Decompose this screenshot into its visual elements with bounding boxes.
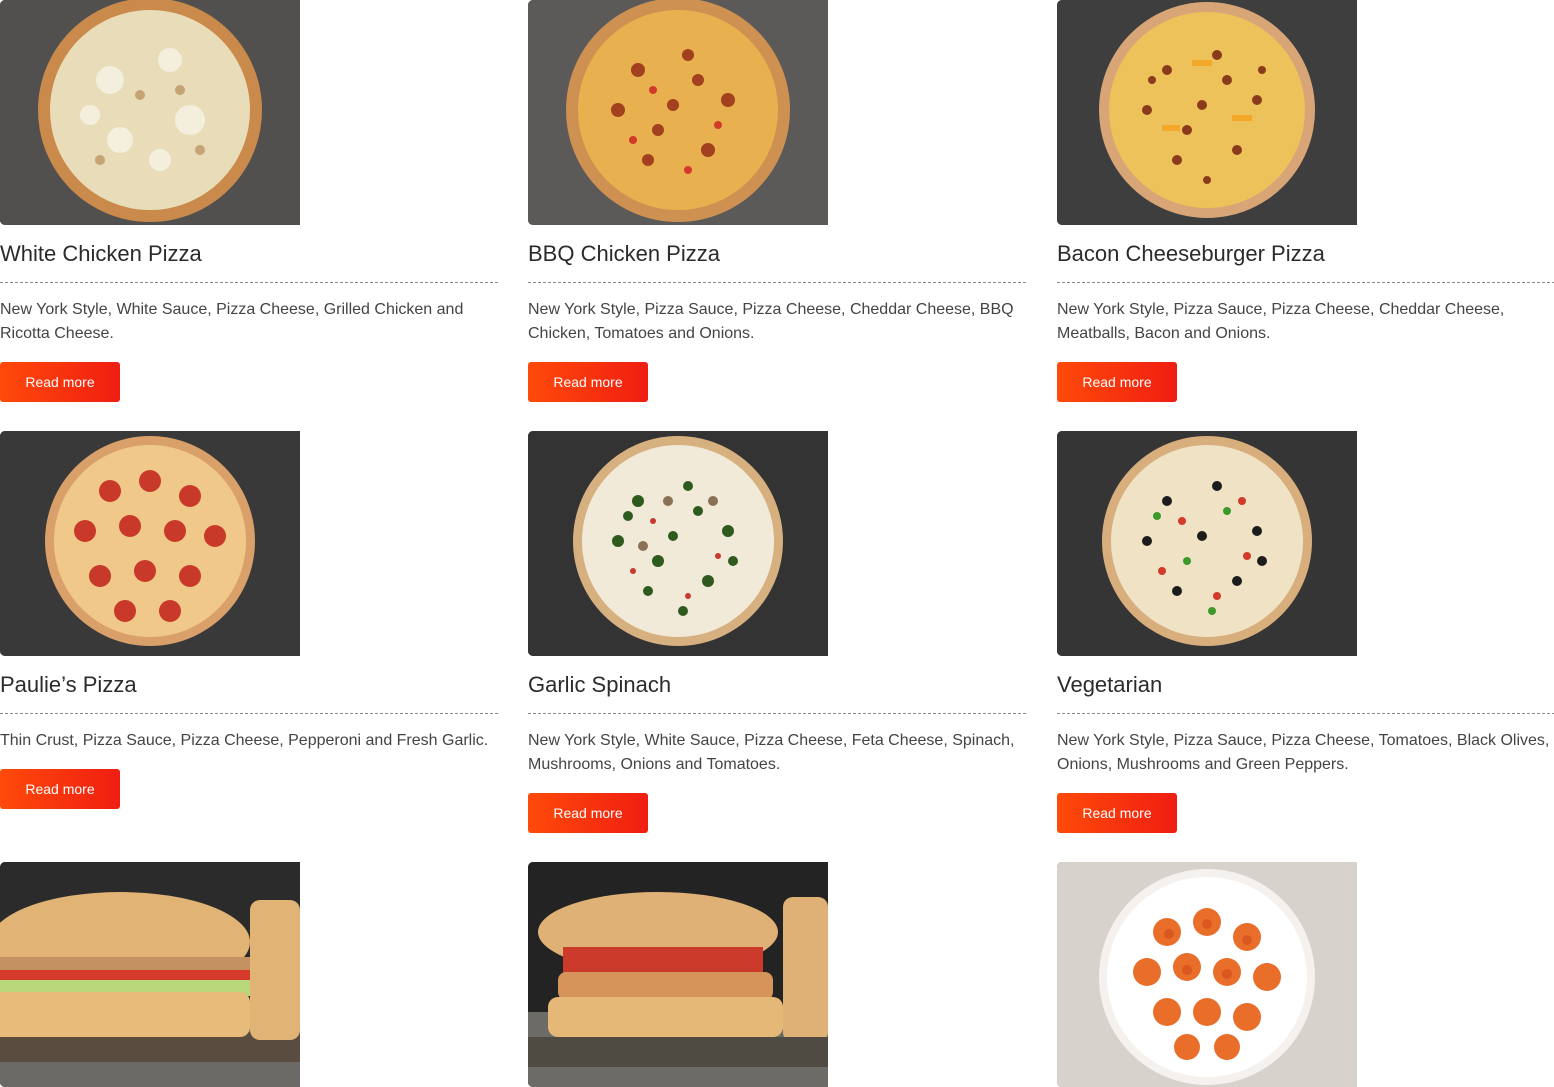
menu-card: Garlic Spinach New York Style, White Sau… (528, 431, 1026, 833)
menu-item-title[interactable]: BBQ Chicken Pizza (528, 225, 1026, 283)
bbq-chicken-pizza-image[interactable] (528, 0, 828, 225)
menu-item-title[interactable]: White Chicken Pizza (0, 225, 498, 283)
menu-item-description: New York Style, White Sauce, Pizza Chees… (0, 301, 464, 342)
menu-item-title[interactable]: Vegetarian (1057, 656, 1554, 714)
menu-card: Vegetarian New York Style, Pizza Sauce, … (1057, 431, 1554, 833)
read-more-button[interactable]: Read more (528, 793, 648, 833)
menu-card (0, 862, 498, 1087)
chicken-parm-sub-image[interactable] (528, 862, 828, 1087)
read-more-button[interactable]: Read more (528, 362, 648, 402)
read-more-button[interactable]: Read more (0, 769, 120, 809)
read-more-button[interactable]: Read more (1057, 793, 1177, 833)
menu-item-title[interactable]: Garlic Spinach (528, 656, 1026, 714)
menu-grid: White Chicken Pizza New York Style, Whit… (0, 0, 1554, 1087)
menu-card (1057, 862, 1554, 1087)
bacon-cheeseburger-pizza-image[interactable] (1057, 0, 1357, 225)
paulies-pizza-image[interactable] (0, 431, 300, 656)
menu-item-title[interactable]: Bacon Cheeseburger Pizza (1057, 225, 1554, 283)
white-chicken-pizza-image[interactable] (0, 0, 300, 225)
vegetarian-pizza-image[interactable] (1057, 431, 1357, 656)
menu-card: White Chicken Pizza New York Style, Whit… (0, 0, 498, 402)
wings-plate-image[interactable] (1057, 862, 1357, 1087)
menu-card: Bacon Cheeseburger Pizza New York Style,… (1057, 0, 1554, 402)
menu-item-description: New York Style, Pizza Sauce, Pizza Chees… (528, 301, 1014, 342)
menu-card: BBQ Chicken Pizza New York Style, Pizza … (528, 0, 1026, 402)
menu-item-description: New York Style, Pizza Sauce, Pizza Chees… (1057, 732, 1550, 773)
menu-item-description: New York Style, Pizza Sauce, Pizza Chees… (1057, 301, 1505, 342)
menu-card (528, 862, 1026, 1087)
garlic-spinach-pizza-image[interactable] (528, 431, 828, 656)
menu-item-description: Thin Crust, Pizza Sauce, Pizza Cheese, P… (0, 732, 489, 749)
read-more-button[interactable]: Read more (1057, 362, 1177, 402)
menu-item-title[interactable]: Paulie’s Pizza (0, 656, 498, 714)
menu-item-description: New York Style, White Sauce, Pizza Chees… (528, 732, 1015, 773)
read-more-button[interactable]: Read more (0, 362, 120, 402)
chicken-sub-image[interactable] (0, 862, 300, 1087)
menu-card: Paulie’s Pizza Thin Crust, Pizza Sauce, … (0, 431, 498, 809)
